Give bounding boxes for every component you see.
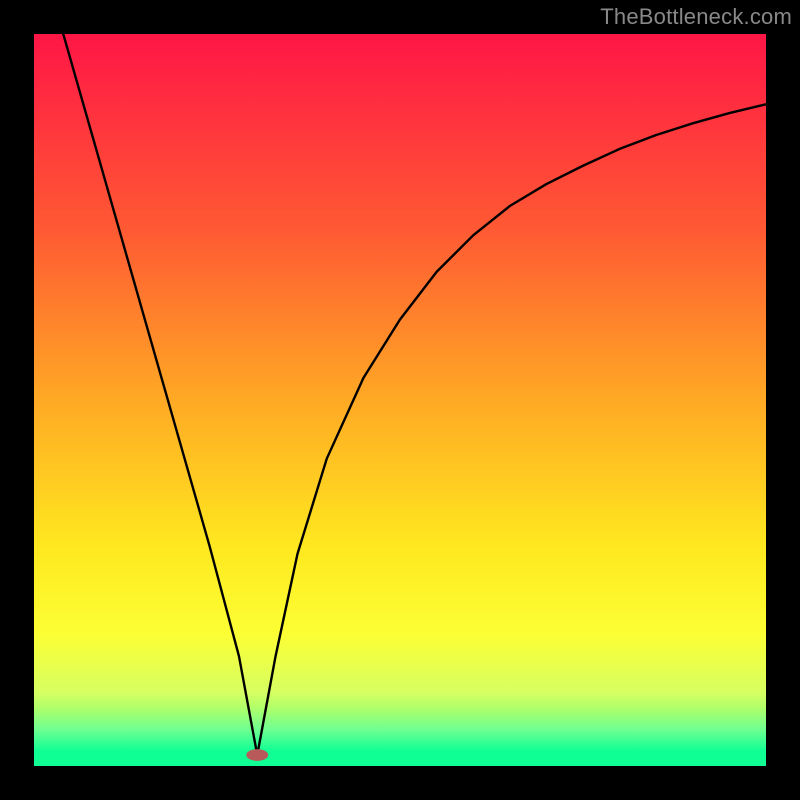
gradient-background xyxy=(34,34,766,766)
watermark-label: TheBottleneck.com xyxy=(600,4,792,30)
chart-outer: TheBottleneck.com xyxy=(0,0,800,800)
gradient-plot xyxy=(34,34,766,766)
bottleneck-marker xyxy=(246,749,268,761)
